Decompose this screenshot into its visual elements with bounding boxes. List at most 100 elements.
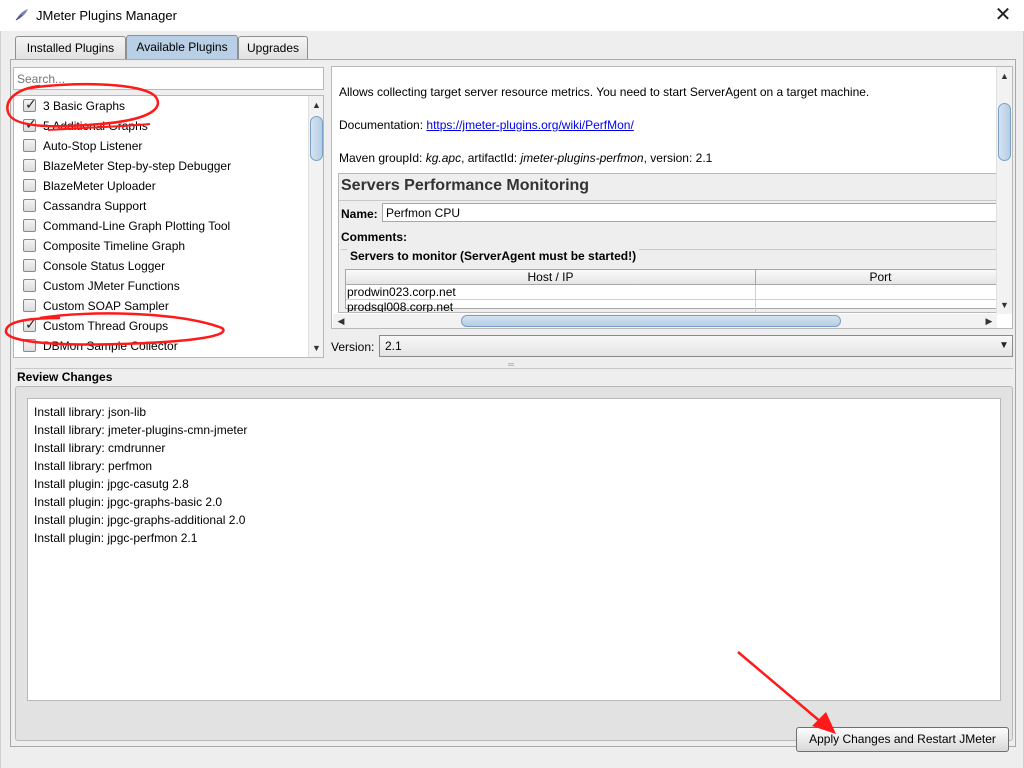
review-changes-list: Install library: json-lib Install library… — [27, 398, 1001, 701]
plugin-list-item[interactable]: BlazeMeter Step-by-step Debugger — [14, 156, 306, 176]
documentation-line: Documentation: https://jmeter-plugins.or… — [339, 118, 634, 132]
checkbox-unchecked[interactable] — [23, 279, 36, 292]
review-change-item: Install plugin: jpgc-graphs-basic 2.0 — [34, 495, 223, 509]
plugin-list-item[interactable]: ✓ Custom Thread Groups — [14, 316, 306, 336]
plugin-details-pane: Allows collecting target server resource… — [331, 66, 1013, 329]
details-scrollbar[interactable]: ▲ ▼ — [996, 67, 1012, 314]
scroll-up-icon[interactable]: ▲ — [309, 97, 323, 113]
plugin-label: Cassandra Support — [43, 199, 147, 213]
table-row: prodwin023.corp.net — [346, 285, 756, 300]
plugin-list-item[interactable]: BlazeMeter Uploader — [14, 176, 306, 196]
divider — [339, 200, 999, 201]
servers-table: Host / IP Port prodwin023.corp.net prods… — [345, 269, 999, 312]
details-horizontal-scrollbar[interactable]: ◀ ▶ — [333, 314, 997, 328]
group-id: kg.apc — [425, 151, 462, 165]
plugin-label: Auto-Stop Listener — [43, 139, 143, 153]
scroll-thumb[interactable] — [461, 315, 841, 327]
scroll-right-icon[interactable]: ▶ — [981, 314, 997, 328]
plugin-description: Allows collecting target server resource… — [339, 85, 870, 99]
jmeter-feather-icon — [15, 9, 28, 21]
review-change-item: Install library: jmeter-plugins-cmn-jmet… — [34, 423, 248, 437]
version-label: Version: — [331, 340, 375, 354]
table-cell — [756, 285, 999, 300]
servers-title: Servers to monitor (ServerAgent must be … — [347, 249, 640, 263]
review-change-item: Install library: cmdrunner — [34, 441, 166, 455]
review-change-item: Install plugin: jpgc-perfmon 2.1 — [34, 531, 198, 545]
plugin-list-item[interactable]: Console Status Logger — [14, 256, 306, 276]
checkbox-unchecked[interactable] — [23, 179, 36, 192]
checkbox-unchecked[interactable] — [23, 159, 36, 172]
artifact-id: jmeter-plugins-perfmon — [520, 151, 644, 165]
plugin-label: Composite Timeline Graph — [43, 239, 186, 253]
plugin-label: 5 Additional Graphs — [43, 119, 148, 133]
plugin-label: Custom SOAP Sampler — [43, 299, 169, 313]
maven-version: 2.1 — [695, 151, 713, 165]
checkbox-checked[interactable]: ✓ — [23, 97, 37, 113]
review-change-item: Install library: json-lib — [34, 405, 147, 419]
plugin-list-item[interactable]: Custom JMeter Functions — [14, 276, 306, 296]
table-row: prodsql008.corp.net — [346, 300, 756, 312]
plugin-list-scrollbar[interactable]: ▲ ▼ — [308, 96, 323, 357]
plugin-list-item[interactable]: ✓ 3 Basic Graphs — [14, 96, 306, 116]
review-changes-header: Review Changes — [15, 368, 1013, 385]
plugin-label: Console Status Logger — [43, 259, 166, 273]
plugin-list-item[interactable]: Cassandra Support — [14, 196, 306, 216]
review-change-item: Install plugin: jpgc-casutg 2.8 — [34, 477, 189, 491]
maven-info: Maven groupId: kg.apc, artifactId: jmete… — [339, 151, 713, 165]
review-change-item: Install library: perfmon — [34, 459, 153, 473]
checkbox-checked[interactable]: ✓ — [23, 117, 37, 133]
documentation-link[interactable]: https://jmeter-plugins.org/wiki/PerfMon/ — [426, 118, 633, 132]
review-change-item: Install plugin: jpgc-graphs-additional 2… — [34, 513, 246, 527]
tab-available-plugins[interactable]: Available Plugins — [126, 35, 238, 60]
checkbox-unchecked[interactable] — [23, 339, 36, 352]
name-label: Name: — [341, 207, 378, 221]
apply-changes-button[interactable]: Apply Changes and Restart JMeter — [796, 727, 1009, 752]
close-button[interactable]: ✕ — [990, 3, 1016, 27]
checkbox-unchecked[interactable] — [23, 259, 36, 272]
plugin-label: 3 Basic Graphs — [43, 99, 126, 113]
plugin-list: ✓ 3 Basic Graphs ✓ 5 Additional Graphs Auto-… — [13, 95, 324, 358]
scroll-thumb[interactable] — [310, 116, 323, 161]
table-cell — [756, 300, 999, 312]
split-pane-divider-handle[interactable]: ═ — [501, 361, 521, 369]
chevron-down-icon[interactable]: ▼ — [996, 336, 1012, 356]
checkbox-unchecked[interactable] — [23, 199, 36, 212]
title-bar: JMeter Plugins Manager ✕ — [0, 0, 1024, 31]
scroll-thumb[interactable] — [998, 103, 1011, 161]
plugin-list-item[interactable]: Composite Timeline Graph — [14, 236, 306, 256]
checkbox-unchecked[interactable] — [23, 219, 36, 232]
scroll-down-icon[interactable]: ▼ — [997, 297, 1012, 313]
plugin-list-item[interactable]: Auto-Stop Listener — [14, 136, 306, 156]
plugin-label: BlazeMeter Step-by-step Debugger — [43, 159, 232, 173]
checkbox-unchecked[interactable] — [23, 239, 36, 252]
checkbox-unchecked[interactable] — [23, 299, 36, 312]
scroll-up-icon[interactable]: ▲ — [997, 68, 1012, 84]
plugin-list-item[interactable]: Custom SOAP Sampler — [14, 296, 306, 316]
plugin-label: DBMon Sample Collector — [43, 339, 178, 353]
window-title: JMeter Plugins Manager — [36, 8, 177, 23]
comments-label: Comments: — [341, 230, 408, 244]
checkbox-checked[interactable]: ✓ — [23, 317, 37, 333]
checkmark-icon: ✓ — [25, 117, 37, 133]
plugin-label: Command-Line Graph Plotting Tool — [43, 219, 231, 233]
close-icon: ✕ — [994, 2, 1012, 26]
plugin-label: Custom JMeter Functions — [43, 279, 180, 293]
scroll-down-icon[interactable]: ▼ — [309, 340, 323, 356]
plugin-screenshot-preview: Servers Performance Monitoring Name: Per… — [338, 173, 1000, 313]
checkmark-icon: ✓ — [25, 97, 37, 113]
scroll-left-icon[interactable]: ◀ — [333, 314, 349, 328]
available-plugins-panel: ✓ 3 Basic Graphs ✓ 5 Additional Graphs Auto-… — [10, 59, 1016, 747]
servers-group: Servers to monitor (ServerAgent must be … — [341, 249, 999, 312]
version-dropdown[interactable]: 2.1 ▼ — [379, 335, 1013, 357]
tab-upgrades[interactable]: Upgrades — [238, 36, 308, 60]
plugin-list-item[interactable]: ✓ 5 Additional Graphs — [14, 116, 306, 136]
column-header-host: Host / IP — [346, 270, 756, 285]
column-header-port: Port — [756, 270, 999, 285]
tab-installed-plugins[interactable]: Installed Plugins — [15, 36, 126, 60]
plugin-label: Custom Thread Groups — [43, 319, 169, 333]
plugin-list-item[interactable]: DBMon Sample Collector — [14, 336, 306, 356]
checkbox-unchecked[interactable] — [23, 139, 36, 152]
search-input[interactable] — [13, 67, 324, 90]
plugin-list-item[interactable]: Command-Line Graph Plotting Tool — [14, 216, 306, 236]
preview-title: Servers Performance Monitoring — [341, 177, 590, 194]
